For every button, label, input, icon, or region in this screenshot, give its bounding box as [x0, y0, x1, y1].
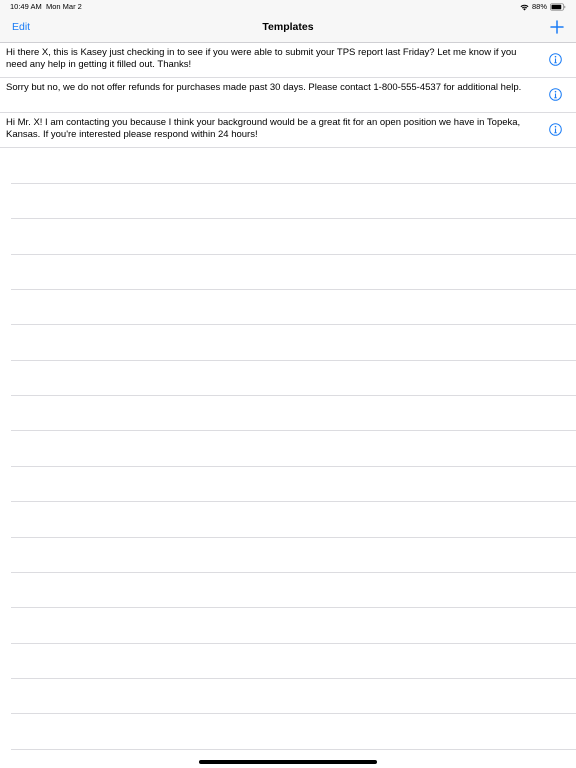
- templates-screen: 10:49 AM Mon Mar 2 88% Edit Templates Hi…: [0, 0, 576, 768]
- status-bar: 10:49 AM Mon Mar 2 88%: [0, 0, 576, 14]
- template-text: Sorry but no, we do not offer refunds fo…: [6, 82, 522, 93]
- empty-row-separator: [11, 713, 576, 714]
- template-text: Hi Mr. X! I am contacting you because I …: [6, 117, 521, 140]
- status-time: 10:49 AM: [10, 2, 42, 11]
- empty-row-separator: [11, 537, 576, 538]
- info-icon: [549, 88, 562, 101]
- status-date: Mon Mar 2: [46, 2, 82, 11]
- plus-icon: [550, 20, 564, 34]
- battery-icon: [550, 3, 566, 11]
- empty-row-separator: [11, 218, 576, 219]
- navigation-area: 10:49 AM Mon Mar 2 88% Edit Templates: [0, 0, 576, 43]
- template-info-button[interactable]: [549, 88, 562, 101]
- template-row[interactable]: Hi Mr. X! I am contacting you because I …: [0, 113, 576, 147]
- empty-row-separator: [11, 254, 576, 255]
- battery-percentage: 88%: [531, 2, 547, 11]
- navigation-bar: Edit Templates: [0, 14, 576, 42]
- empty-row-separator: [11, 395, 576, 396]
- empty-row-separator: [11, 607, 576, 608]
- empty-row-separator: [11, 466, 576, 467]
- empty-row-separator: [11, 289, 576, 290]
- empty-row-separator: [11, 501, 576, 502]
- empty-row-separator: [11, 643, 576, 644]
- template-info-button[interactable]: [549, 53, 562, 66]
- home-indicator: [199, 760, 377, 764]
- status-indicators: 88%: [520, 0, 566, 14]
- empty-row-separator: [11, 678, 576, 679]
- wifi-icon: [520, 4, 529, 10]
- empty-row-separator: [11, 572, 576, 573]
- empty-row-separator: [11, 324, 576, 325]
- info-icon: [549, 123, 562, 136]
- empty-row-separator: [11, 360, 576, 361]
- empty-row-separator: [11, 183, 576, 184]
- info-icon: [549, 53, 562, 66]
- page-title: Templates: [262, 21, 314, 33]
- empty-row-separator: [11, 430, 576, 431]
- template-info-button[interactable]: [549, 123, 562, 136]
- template-row[interactable]: Sorry but no, we do not offer refunds fo…: [0, 78, 576, 112]
- empty-row-separator: [11, 749, 576, 750]
- add-template-button[interactable]: [548, 18, 566, 36]
- row-separator: [0, 147, 576, 148]
- template-row[interactable]: Hi there X, this is Kasey just checking …: [0, 43, 576, 77]
- template-text: Hi there X, this is Kasey just checking …: [6, 47, 517, 70]
